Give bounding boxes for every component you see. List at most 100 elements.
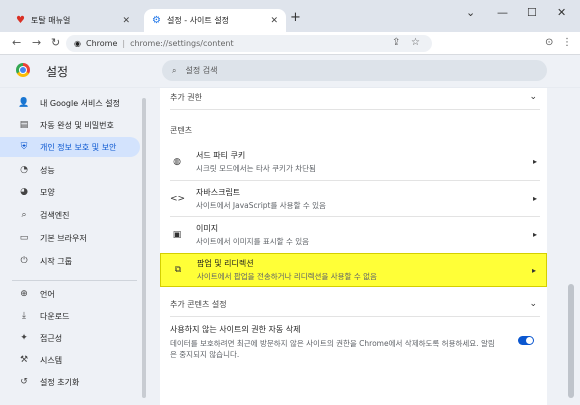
person-icon: 👤 — [18, 98, 30, 108]
additional-permissions-label: 추가 권한 — [170, 92, 202, 102]
auto-remove-permissions-setting: 사용하지 않는 사이트의 권한 자동 삭제 데이터를 보호하려면 최근에 방문하… — [170, 324, 510, 360]
sidebar-item-privacy-security[interactable]: ⛨ 개인 정보 보호 및 보안 — [0, 137, 140, 157]
power-icon: ⏻ — [20, 256, 28, 266]
auto-remove-toggle[interactable] — [518, 336, 534, 345]
close-icon[interactable]: ✕ — [122, 16, 130, 26]
setting-title: 사용하지 않는 사이트의 권한 자동 삭제 — [170, 325, 301, 334]
content-scrollbar[interactable] — [568, 284, 574, 398]
row-subtitle: 사이트에서 팝업을 전송하거나 리디렉션을 사용할 수 없음 — [197, 272, 377, 281]
external-link-icon: ⧉ — [174, 265, 182, 275]
sidebar-item-google-services[interactable]: 👤 내 Google 서비스 설정 — [0, 93, 140, 113]
sidebar-item-label: 접근성 — [40, 333, 63, 343]
sidebar-item-default-browser[interactable]: ▭ 기본 브라우저 — [0, 228, 140, 248]
divider — [170, 180, 540, 181]
reset-icon: ↺ — [20, 377, 28, 387]
maximize-button[interactable]: ☐ — [527, 6, 537, 19]
additional-permissions-row[interactable]: 추가 권한 ⌄ — [160, 88, 547, 106]
additional-content-settings-row[interactable]: 추가 콘텐츠 설정 ⌄ — [160, 295, 547, 313]
globe-icon: ⊕ — [20, 289, 28, 299]
chrome-logo-icon — [16, 63, 30, 77]
sidebar-item-label: 검색엔진 — [40, 210, 70, 220]
sidebar-item-label: 시스템 — [40, 355, 63, 365]
setting-row-images[interactable]: ▣ 이미지 사이트에서 이미지를 표시할 수 있음 ▸ — [160, 218, 547, 251]
setting-description-line1: 데이터를 보호하려면 최근에 방문하지 않은 사이트의 권한을 Chrome에서… — [170, 339, 495, 348]
heart-icon: ♥ — [16, 15, 25, 26]
sidebar-divider — [12, 280, 137, 281]
row-title: 팝업 및 리디렉션 — [197, 259, 254, 268]
sidebar-item-label: 성능 — [40, 165, 55, 175]
search-placeholder: 설정 검색 — [185, 66, 218, 75]
site-chip: Chrome — [85, 39, 118, 48]
sidebar-item-appearance[interactable]: ◕ 모양 — [0, 182, 140, 202]
page-title: 설정 — [46, 65, 69, 79]
setting-row-popups-redirects[interactable]: ⧉ 팝업 및 리디렉션 사이트에서 팝업을 전송하거나 리디렉션을 사용할 수 … — [160, 253, 547, 287]
sidebar-item-downloads[interactable]: ⤓ 다운로드 — [0, 306, 140, 326]
chevron-right-icon: ▸ — [531, 265, 536, 275]
row-subtitle: 시크릿 모드에서는 타사 쿠키가 차단됨 — [196, 163, 316, 173]
content-heading-row: 콘텐츠 — [160, 122, 547, 138]
search-icon: ⌕ — [172, 65, 177, 75]
sidebar-item-label: 자동 완성 및 비밀번호 — [40, 120, 114, 130]
bookmark-star-icon[interactable]: ☆ — [411, 37, 420, 48]
divider — [170, 316, 540, 317]
close-window-button[interactable]: ✕ — [557, 6, 566, 19]
gear-icon: ⚙ — [152, 15, 161, 26]
chevron-right-icon: ▸ — [532, 157, 537, 166]
back-icon[interactable]: ← — [12, 36, 21, 49]
clipboard-icon: ▤ — [19, 120, 29, 130]
sidebar-item-languages[interactable]: ⊕ 언어 — [0, 284, 140, 304]
tab-total-manual[interactable]: ♥ 토탈 매뉴얼 ✕ — [8, 9, 138, 32]
row-subtitle: 사이트에서 이미지를 표시할 수 있음 — [196, 236, 310, 246]
chevron-right-icon: ▸ — [532, 230, 537, 239]
image-icon: ▣ — [172, 229, 182, 240]
tab-title: 설정 - 사이트 설정 — [167, 16, 230, 25]
shield-icon: ⛨ — [20, 142, 28, 152]
minimize-button[interactable]: — — [497, 6, 508, 19]
download-icon: ⤓ — [22, 311, 26, 321]
chevron-right-icon: ▸ — [532, 194, 537, 203]
share-icon[interactable]: ⇪ — [392, 37, 400, 48]
forward-icon[interactable]: → — [32, 36, 41, 49]
sidebar-item-label: 언어 — [40, 289, 55, 299]
setting-row-javascript[interactable]: <> 자바스크립트 사이트에서 JavaScript를 사용할 수 있음 ▸ — [160, 182, 547, 215]
sidebar-item-label: 시작 그룹 — [40, 256, 72, 266]
wrench-icon: ⚒ — [19, 355, 29, 365]
divider — [170, 216, 540, 217]
row-title: 이미지 — [196, 223, 219, 233]
tab-search-icon[interactable]: ⌄ — [466, 6, 475, 19]
code-icon: <> — [170, 193, 186, 204]
chevron-down-icon: ⌄ — [529, 92, 537, 102]
settings-search-input[interactable]: ⌕ 설정 검색 — [162, 60, 547, 81]
sidebar-item-accessibility[interactable]: ✦ 접근성 — [0, 328, 140, 348]
profile-icon[interactable]: ⊙ — [545, 37, 553, 48]
url-separator: | — [122, 39, 126, 48]
sidebar-item-label: 내 Google 서비스 설정 — [40, 98, 120, 108]
content-heading: 콘텐츠 — [170, 125, 193, 135]
url-text: chrome://settings/content — [130, 39, 234, 48]
sidebar-item-label: 설정 초기화 — [40, 377, 80, 387]
sidebar-item-autofill[interactable]: ▤ 자동 완성 및 비밀번호 — [0, 115, 140, 135]
row-subtitle: 사이트에서 JavaScript를 사용할 수 있음 — [196, 200, 326, 210]
sidebar-item-reset-settings[interactable]: ↺ 설정 초기화 — [0, 372, 140, 392]
accessibility-icon: ✦ — [20, 333, 28, 343]
sidebar-item-label: 기본 브라우저 — [40, 233, 87, 243]
menu-icon[interactable]: ⋮ — [562, 37, 572, 48]
new-tab-button[interactable]: + — [290, 10, 301, 25]
sidebar-item-search-engine[interactable]: ⌕ 검색엔진 — [0, 205, 140, 225]
sidebar-item-system[interactable]: ⚒ 시스템 — [0, 350, 140, 370]
sidebar-item-on-startup[interactable]: ⏻ 시작 그룹 — [0, 251, 140, 271]
tab-title: 토탈 매뉴얼 — [31, 16, 71, 25]
search-icon: ⌕ — [21, 210, 27, 220]
additional-content-settings-label: 추가 콘텐츠 설정 — [170, 299, 227, 309]
sidebar-item-performance[interactable]: ◔ 성능 — [0, 160, 140, 180]
sidebar-item-label: 개인 정보 보호 및 보안 — [40, 142, 117, 152]
setting-row-third-party-cookies[interactable]: ◍ 서드 파티 쿠키 시크릿 모드에서는 타사 쿠키가 차단됨 ▸ — [160, 145, 547, 178]
close-icon[interactable]: ✕ — [270, 16, 278, 26]
reload-icon[interactable]: ↻ — [51, 36, 60, 49]
address-bar[interactable]: ◉ Chrome | chrome://settings/content — [66, 35, 432, 52]
tab-settings[interactable]: ⚙ 설정 - 사이트 설정 ✕ — [144, 9, 286, 32]
chevron-down-icon: ⌄ — [529, 299, 537, 309]
setting-description-line2: 은 중지되지 않습니다. — [170, 350, 240, 359]
divider — [170, 109, 540, 110]
sidebar-scrollbar[interactable] — [142, 98, 146, 398]
